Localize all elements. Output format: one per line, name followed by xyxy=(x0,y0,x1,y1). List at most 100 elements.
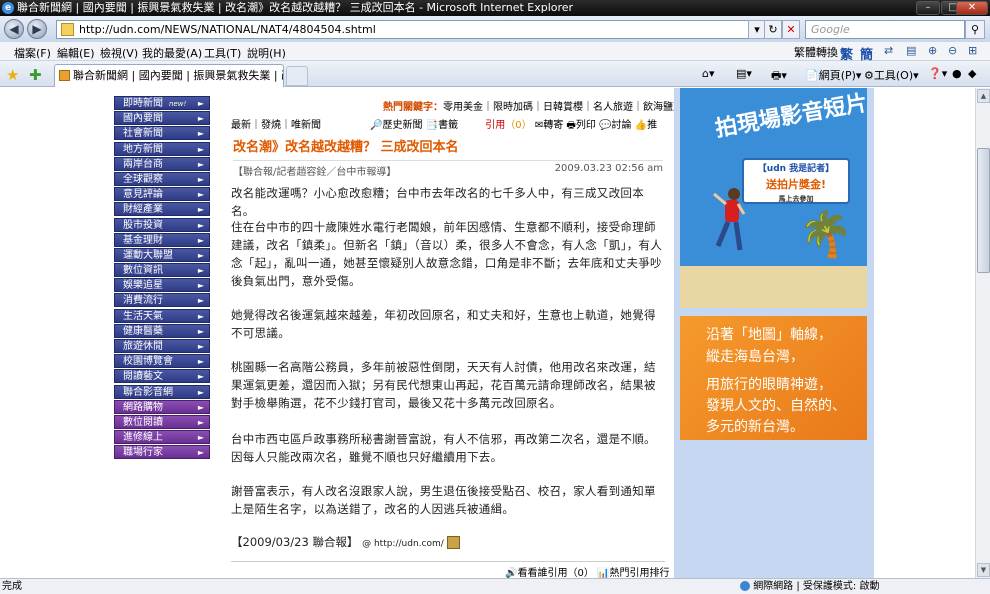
menu-edit[interactable]: 編輯(E) xyxy=(57,45,95,61)
left-nav-item-label: 生活天氣 xyxy=(123,310,163,322)
stop-icon[interactable]: ✕ xyxy=(782,20,800,39)
rss-icon[interactable]: ▤▾ xyxy=(736,67,752,80)
arrow-right-icon: ► xyxy=(197,144,204,154)
menu-help[interactable]: 說明(H) xyxy=(247,45,286,61)
left-nav-item[interactable]: 即時新聞 new! ► xyxy=(114,96,210,110)
zone-indicator: 網際網路 | 受保護模式: 啟動 xyxy=(740,579,879,594)
new-tag: new! xyxy=(169,100,187,108)
left-nav-item[interactable]: 股市投資 ► xyxy=(114,217,210,232)
left-nav-item[interactable]: 運動大聯盟 ► xyxy=(114,247,210,262)
arrow-right-icon: ► xyxy=(197,220,204,230)
article-tools-left[interactable]: 🔎歷史新聞 📑書籤 xyxy=(370,120,458,131)
home-icon[interactable]: ⌂▾ xyxy=(702,67,715,80)
minimize-button[interactable]: – xyxy=(916,1,940,15)
cite-links[interactable]: 🔊看看誰引用（0） 📊熱門引用排行 xyxy=(505,564,669,578)
left-nav-item[interactable]: 基金理財 ► xyxy=(114,232,210,247)
search-icon[interactable]: ⚲ xyxy=(965,20,985,39)
menu-view[interactable]: 檢視(V) xyxy=(100,45,138,61)
favorites-star-icon[interactable]: ★ xyxy=(6,66,19,84)
left-nav-item[interactable]: 數位閱讀 ► xyxy=(114,414,210,429)
scroll-up-button[interactable]: ▲ xyxy=(977,89,990,103)
sub-nav: 最新｜發燒｜唯新聞 🔎歷史新聞 📑書籤 引用（0） ✉轉寄 🖶列印 💬討論 👍推 xyxy=(231,116,667,131)
forward-button[interactable]: ▶ xyxy=(27,19,47,39)
arrow-right-icon: ► xyxy=(197,266,204,276)
left-nav-item-label: 兩岸台商 xyxy=(123,158,163,170)
article-paragraph-1: 改名能改運嗎？小心愈改愈糟；台中市去年改名的七千多人中，有三成又改回本名。 xyxy=(231,186,644,218)
ad2-line-1: 沿著「地圖」軸線， xyxy=(706,327,832,343)
help-icon[interactable]: ❓▾ xyxy=(928,67,947,80)
arrow-right-icon: ► xyxy=(197,99,204,108)
left-nav-item[interactable]: 旅遊休閒 ► xyxy=(114,339,210,353)
left-nav-item-label: 財經產業 xyxy=(123,204,163,216)
window-title: 聯合新聞網 | 國內要聞 | 振興景氣救失業 | 改名潮》改名越改越糟？ 三成改… xyxy=(17,1,574,14)
travel-ad[interactable]: 沿著「地圖」軸線， 縱走海島台灣， 用旅行的眼睛神遊， 發現人文的、自然的、 多… xyxy=(680,316,867,440)
convert-button[interactable]: 繁體轉換 xyxy=(794,44,838,60)
video-contest-ad[interactable]: 拍現場影音短片 【udn 我是記者】 送拍片獎金! 馬上去參加 🌴 xyxy=(680,88,867,308)
refresh-icon[interactable]: ↻ xyxy=(764,20,782,39)
add-favorites-icon[interactable]: ✚ xyxy=(29,66,42,84)
left-nav-item-label: 消費流行 xyxy=(123,295,163,307)
ie-logo-icon: e xyxy=(2,2,14,14)
zoom-in-icon[interactable]: ⊕ xyxy=(928,44,937,57)
left-nav-item[interactable]: 閱讀藝文 ► xyxy=(114,369,210,384)
left-nav-item[interactable]: 地方新聞 ► xyxy=(114,141,210,156)
cite-label[interactable]: 引用 xyxy=(485,120,505,131)
menu-favorites[interactable]: 我的最愛(A) xyxy=(142,45,202,61)
left-nav-item[interactable]: 健康醫藥 ► xyxy=(114,323,210,338)
left-nav-item-label: 數位資訊 xyxy=(123,265,163,277)
menu-file[interactable]: 檔案(F) xyxy=(14,45,51,61)
left-nav-item[interactable]: 全球觀察 ► xyxy=(114,171,210,186)
article-datetime: 2009.03.23 02:56 am xyxy=(554,163,663,174)
left-nav-item[interactable]: 網路購物 ► xyxy=(114,399,210,414)
article-tools-right[interactable]: ✉轉寄 🖶列印 💬討論 👍推 xyxy=(532,120,657,131)
left-nav-item-label: 娛樂追星 xyxy=(123,280,163,292)
messenger-icon[interactable]: ● xyxy=(952,67,962,80)
highlight-icon[interactable]: ▤ xyxy=(906,44,916,57)
left-nav-item[interactable]: 兩岸台商 ► xyxy=(114,156,210,171)
left-nav-item[interactable]: 聯合影音網 ► xyxy=(114,384,210,399)
left-nav-item[interactable]: 意見評論 ► xyxy=(114,187,210,202)
left-nav-item[interactable]: 數位資訊 ► xyxy=(114,263,210,278)
address-url: http://udn.com/NEWS/NATIONAL/NAT4/480450… xyxy=(79,23,376,36)
left-nav-item-label: 網路購物 xyxy=(123,401,163,413)
left-nav-item[interactable]: 消費流行 ► xyxy=(114,293,210,308)
hot-keywords-label: 熱門關鍵字： xyxy=(383,102,443,113)
arrow-right-icon: ► xyxy=(197,114,204,124)
left-nav-item[interactable]: 校園博覽會 ► xyxy=(114,354,210,369)
left-nav-item[interactable]: 娛樂追星 ► xyxy=(114,278,210,293)
search-input[interactable]: Google xyxy=(805,20,965,39)
new-tab-button[interactable] xyxy=(286,66,308,86)
page-menu-button[interactable]: 📄網頁(P)▾ xyxy=(805,67,861,83)
fullscreen-icon[interactable]: ⊞ xyxy=(968,44,977,57)
address-field[interactable]: http://udn.com/NEWS/NATIONAL/NAT4/480450… xyxy=(56,20,762,39)
print-icon[interactable]: 🖶▾ xyxy=(771,67,787,86)
left-nav-item[interactable]: 財經產業 ► xyxy=(114,202,210,217)
arrow-right-icon: ► xyxy=(197,235,204,245)
ad2-line-5: 多元的新台灣。 xyxy=(706,419,804,435)
left-nav-item-label: 運動大聯盟 xyxy=(123,249,173,261)
hot-keywords-list[interactable]: 零用美金｜限時加碼｜日韓賞櫻｜名人旅遊｜飲海鹽藍 xyxy=(443,102,683,113)
sub-nav-links[interactable]: 最新｜發燒｜唯新聞 xyxy=(231,120,321,131)
left-nav-item[interactable]: 進修線上 ► xyxy=(114,430,210,445)
page-icon xyxy=(61,23,74,36)
vertical-scrollbar[interactable]: ▲ ▼ xyxy=(975,88,990,578)
left-nav-item-label: 地方新聞 xyxy=(123,143,163,155)
ad1-sign: 【udn 我是記者】 送拍片獎金! 馬上去參加 xyxy=(742,158,850,204)
back-button[interactable]: ◀ xyxy=(4,19,24,39)
zoom-out-icon[interactable]: ⊖ xyxy=(948,44,957,57)
left-nav-item[interactable]: 社會新聞 ► xyxy=(114,126,210,141)
signature-url[interactable]: @ http://udn.com/ xyxy=(362,539,444,549)
left-nav-item[interactable]: 國內要聞 ► xyxy=(114,111,210,126)
scroll-thumb[interactable] xyxy=(977,148,990,273)
arrow-right-icon: ► xyxy=(197,174,204,184)
tab-active[interactable]: 聯合新聞網 | 國內要聞 | 振興景氣救失業 | 改名潮... xyxy=(54,64,284,87)
research-icon[interactable]: ◆ xyxy=(968,67,976,80)
close-button[interactable]: ✕ xyxy=(956,1,988,15)
left-nav-item[interactable]: 生活天氣 ► xyxy=(114,308,210,323)
left-nav-item[interactable]: 職場行家 ► xyxy=(114,445,210,460)
menu-tools[interactable]: 工具(T) xyxy=(204,45,241,61)
scroll-down-button[interactable]: ▼ xyxy=(977,563,990,577)
tools-menu-button[interactable]: ⚙工具(O)▾ xyxy=(864,67,919,83)
translate-icon[interactable]: ⇄ xyxy=(884,44,893,57)
menu-bar: 檔案(F) 編輯(E) 檢視(V) 我的最愛(A) 工具(T) 說明(H) 繁體… xyxy=(0,42,990,63)
